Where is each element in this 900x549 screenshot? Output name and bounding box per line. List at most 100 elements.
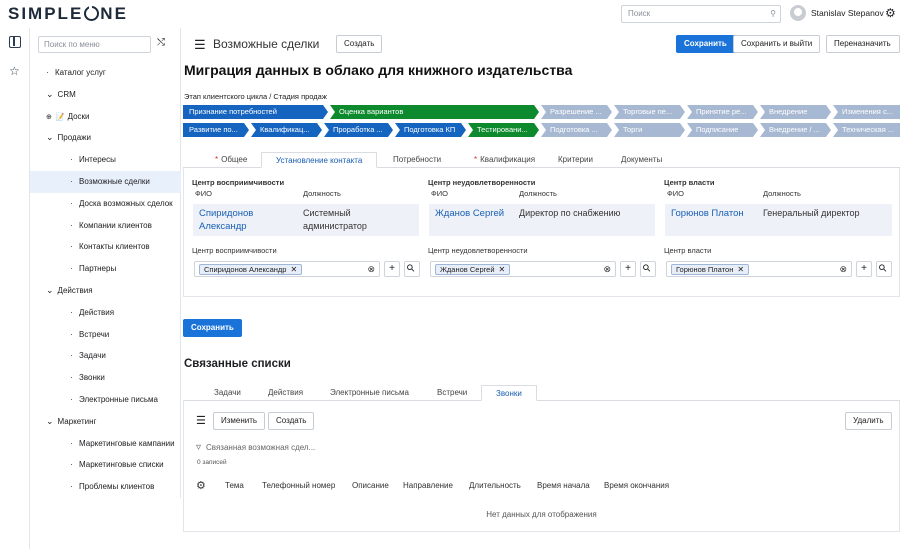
- sidebar-item[interactable]: · Интересы: [30, 149, 181, 171]
- save-button[interactable]: Сохранить: [676, 35, 735, 53]
- tab-0[interactable]: * Общее: [215, 152, 247, 168]
- contact-name-link[interactable]: Горюнов Платон: [671, 207, 744, 220]
- sidebar-item[interactable]: · Партнеры: [30, 258, 181, 280]
- sidebar-item[interactable]: ⌄ Действия: [30, 280, 181, 302]
- sidebar-panel-icon[interactable]: [9, 36, 21, 48]
- column-header[interactable]: Длительность: [469, 481, 521, 490]
- stage-grey[interactable]: Разрешение ...: [541, 105, 612, 119]
- sidebar-item[interactable]: · Встречи: [30, 324, 181, 346]
- stage-grey[interactable]: Подписание: [687, 123, 758, 137]
- reassign-button[interactable]: Переназначить: [826, 35, 900, 53]
- star-icon[interactable]: ☆: [9, 64, 22, 78]
- sidebar-item[interactable]: ⌄ Продажи: [30, 127, 181, 149]
- stage-grey[interactable]: Торговые пе...: [614, 105, 685, 119]
- contact-name-link[interactable]: Жданов Сергей: [435, 207, 504, 220]
- clear-icon[interactable]: ⊗: [603, 264, 611, 275]
- stage-green[interactable]: Оценка вариантов: [330, 105, 539, 119]
- sidebar-item[interactable]: · Задачи: [30, 345, 181, 367]
- tab-1[interactable]: Установление контакта: [261, 152, 378, 168]
- contact-row[interactable]: Жданов Сергей Директор по снабжению: [429, 204, 655, 236]
- column-header[interactable]: Описание: [352, 481, 389, 490]
- tab-3[interactable]: * Квалификация: [474, 152, 535, 168]
- stage-grey[interactable]: Торги: [614, 123, 685, 137]
- close-icon[interactable]: ✕: [737, 265, 744, 274]
- edit-button[interactable]: Изменить: [213, 412, 266, 430]
- plus-button[interactable]: +: [856, 261, 872, 277]
- create-button[interactable]: Создать: [336, 35, 383, 53]
- column-header[interactable]: Время начала: [537, 481, 590, 490]
- list-menu-icon[interactable]: ☰: [196, 414, 206, 427]
- column-header[interactable]: Время окончания: [604, 481, 669, 490]
- save-and-exit-button[interactable]: Сохранить и выйти: [733, 35, 821, 53]
- related-tab-1[interactable]: Действия: [268, 385, 303, 401]
- stage-grey[interactable]: Техническая ...: [833, 123, 900, 137]
- sidebar-item[interactable]: · Каталог услуг: [30, 62, 181, 84]
- stage-grey[interactable]: Принятие ре...: [687, 105, 758, 119]
- selected-chip[interactable]: Жданов Сергей ✕: [435, 264, 511, 275]
- hamburger-icon[interactable]: ☰: [194, 37, 206, 53]
- column-settings-icon[interactable]: ⚙: [196, 479, 206, 492]
- reference-field[interactable]: Жданов Сергей ✕ ⊗: [430, 261, 616, 277]
- related-tab-3[interactable]: Встречи: [437, 385, 467, 401]
- related-tab-2[interactable]: Электронные письма: [330, 385, 409, 401]
- sidebar-item[interactable]: · Электронные письма: [30, 389, 181, 411]
- filter-condition[interactable]: ▿ Связанная возможная сдел...: [196, 442, 315, 453]
- tab-2[interactable]: Потребности: [393, 152, 441, 168]
- contact-row[interactable]: Спиридонов Александр Системный администра…: [193, 204, 419, 236]
- stage-green[interactable]: Тестировани...: [468, 123, 539, 137]
- search-button[interactable]: ⚲: [404, 261, 420, 277]
- sidebar-item[interactable]: ⌄ Маркетинг: [30, 411, 181, 433]
- stage-grey[interactable]: Изменения с...: [833, 105, 900, 119]
- search-button[interactable]: ⚲: [876, 261, 892, 277]
- sidebar-item[interactable]: · Маркетинговые списки: [30, 454, 181, 476]
- simpleone-logo[interactable]: SIMPLE NE: [8, 4, 128, 24]
- stage-blue[interactable]: Развитие по...: [183, 123, 249, 137]
- reference-field[interactable]: Горюнов Платон ✕ ⊗: [666, 261, 852, 277]
- sidebar-item[interactable]: · Действия: [30, 302, 181, 324]
- sidebar-item[interactable]: · Проблемы клиентов: [30, 476, 181, 498]
- sidebar-item[interactable]: · Возможные сделки: [30, 170, 181, 193]
- sidebar-item[interactable]: · Компании клиентов: [30, 215, 181, 237]
- stage-blue[interactable]: Проработка ...: [324, 123, 393, 137]
- delete-button[interactable]: Удалить: [845, 412, 892, 430]
- sidebar-item[interactable]: · Доска возможных сделок: [30, 193, 181, 215]
- tab-5[interactable]: Документы: [621, 152, 662, 168]
- close-icon[interactable]: ✕: [290, 265, 297, 274]
- sidebar-item[interactable]: ⌄ CRM: [30, 84, 181, 106]
- stage-grey[interactable]: Внедрение / ...: [760, 123, 831, 137]
- column-header[interactable]: Тема: [225, 481, 244, 490]
- menu-search-input[interactable]: Поиск по меню: [38, 36, 151, 53]
- plus-button[interactable]: +: [620, 261, 636, 277]
- related-tab-4[interactable]: Звонки: [481, 385, 537, 401]
- logo-o-icon: [84, 4, 100, 21]
- stage-blue[interactable]: Квалификац...: [251, 123, 322, 137]
- reference-field[interactable]: Спиридонов Александр ✕ ⊗: [194, 261, 380, 277]
- column-header[interactable]: Телефонный номер: [262, 481, 335, 490]
- gear-icon[interactable]: ⚙: [885, 6, 896, 20]
- close-icon[interactable]: ✕: [499, 265, 506, 274]
- related-create-button[interactable]: Создать: [268, 412, 315, 430]
- contact-row[interactable]: Горюнов Платон Генеральный директор: [665, 204, 892, 236]
- stage-blue[interactable]: Подготовка КП: [395, 123, 466, 137]
- selected-chip[interactable]: Спиридонов Александр ✕: [199, 264, 303, 275]
- sidebar-item[interactable]: · Звонки: [30, 367, 181, 389]
- clear-icon[interactable]: ⊗: [839, 264, 847, 275]
- sidebar-item[interactable]: ⊕ 📝 Доски: [30, 106, 181, 128]
- unpin-icon[interactable]: ⤭: [157, 37, 165, 48]
- clear-icon[interactable]: ⊗: [367, 264, 375, 275]
- stage-grey[interactable]: Подготовка ...: [541, 123, 612, 137]
- plus-button[interactable]: +: [384, 261, 400, 277]
- related-tab-0[interactable]: Задачи: [214, 385, 241, 401]
- user-menu[interactable]: Stanislav Stepanov: [790, 5, 884, 21]
- global-search-input[interactable]: Поиск ⚲: [621, 5, 781, 23]
- sidebar-item[interactable]: · Маркетинговые кампании: [30, 433, 181, 455]
- selected-chip[interactable]: Горюнов Платон ✕: [671, 264, 750, 275]
- tab-4[interactable]: Критерии: [558, 152, 593, 168]
- column-header[interactable]: Направление: [403, 481, 453, 490]
- contact-name-link[interactable]: Спиридонов Александр: [199, 207, 269, 233]
- search-button[interactable]: ⚲: [640, 261, 656, 277]
- sidebar-item[interactable]: · Контакты клиентов: [30, 236, 181, 258]
- stage-grey[interactable]: Внедрение: [760, 105, 831, 119]
- stage-blue[interactable]: Признание потребностей: [183, 105, 328, 119]
- save-form-button[interactable]: Сохранить: [183, 319, 242, 337]
